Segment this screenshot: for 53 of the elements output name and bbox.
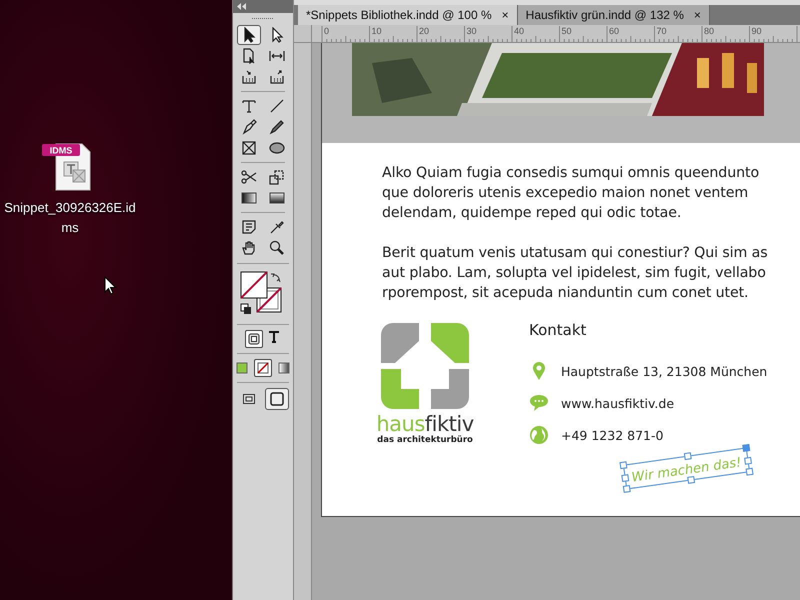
document-tab[interactable]: *Snippets Bibliothek.indd @ 100 % × bbox=[298, 5, 518, 25]
tool-icon bbox=[269, 240, 285, 256]
logo-wordmark: hausfiktiv bbox=[376, 413, 474, 435]
gradient-feather-icon bbox=[269, 190, 285, 206]
tool-icon bbox=[241, 169, 257, 185]
mouse-pointer-icon bbox=[104, 276, 117, 295]
collapse-icon[interactable] bbox=[237, 3, 247, 10]
tool-icon bbox=[269, 48, 285, 64]
file-name[interactable]: Snippet_30926326E.id ms bbox=[4, 198, 136, 238]
tool-icon bbox=[269, 219, 285, 235]
arrow-tool[interactable] bbox=[237, 25, 261, 45]
tool-icon bbox=[269, 119, 285, 135]
ruler-label: 0 bbox=[324, 26, 330, 36]
globe-icon bbox=[529, 425, 549, 445]
ruler-label: 70 bbox=[656, 26, 667, 36]
gradient-icon bbox=[241, 190, 257, 206]
tool-icon bbox=[241, 69, 257, 85]
body-paragraph: Berit quatum venis utatusam qui conestiur? Qui sim as aut plabo. Lam, solupta vel ipidelest, sim fugit, vellabo rporempost, sit acepuda nianduntin cum conet utet. bbox=[382, 244, 769, 303]
ruler-label: 40 bbox=[514, 26, 524, 36]
tool-icon bbox=[241, 119, 257, 135]
contact-text: Hauptstraße 13, 21308 München bbox=[561, 364, 768, 378]
tool-icon bbox=[269, 98, 285, 114]
tool-icon bbox=[241, 48, 257, 64]
contact-heading: Kontakt bbox=[529, 321, 588, 341]
normal-mode-icon bbox=[242, 392, 256, 406]
tool-icon bbox=[241, 240, 257, 256]
ruler-label: 30 bbox=[466, 26, 477, 36]
tool-icon bbox=[241, 140, 257, 156]
ruler-label: 90 bbox=[752, 26, 762, 36]
document-tab[interactable]: Hausfiktiv grün.indd @ 132 % × bbox=[518, 5, 710, 25]
ruler-label: 20 bbox=[419, 26, 430, 36]
tool-icon bbox=[269, 169, 285, 185]
house-logo-icon bbox=[381, 323, 469, 409]
close-tab-button[interactable]: × bbox=[502, 8, 509, 22]
contact-text: www.hausfiktiv.de bbox=[561, 396, 674, 410]
text-format-icon[interactable] bbox=[267, 330, 281, 344]
tool-icon bbox=[241, 98, 257, 114]
logo-tagline: das architekturbüro bbox=[377, 435, 473, 445]
ruler-label: 60 bbox=[609, 26, 620, 36]
tool-icon bbox=[269, 140, 285, 156]
container-format-button[interactable] bbox=[245, 330, 263, 348]
body-paragraph: Alko Quiam fugia consedis sumqui omnis queendunto que doloreris utenis excepedio maion nonet ventem delendam, quidempe reped qui odic totae. bbox=[382, 164, 760, 223]
tool-icon bbox=[269, 69, 285, 85]
contact-text: +49 1232 871-0 bbox=[561, 428, 664, 442]
screen-mode-button[interactable] bbox=[265, 388, 289, 410]
grip-icon[interactable] bbox=[252, 16, 274, 20]
ruler-label: 10 bbox=[372, 26, 382, 36]
close-tab-button[interactable]: × bbox=[694, 8, 701, 22]
tool-icon bbox=[241, 219, 257, 235]
chat-bubble-icon bbox=[529, 394, 549, 412]
ruler-label: 80 bbox=[704, 26, 714, 36]
ruler-label: 50 bbox=[562, 26, 572, 36]
none-swatch-button[interactable] bbox=[254, 359, 272, 377]
